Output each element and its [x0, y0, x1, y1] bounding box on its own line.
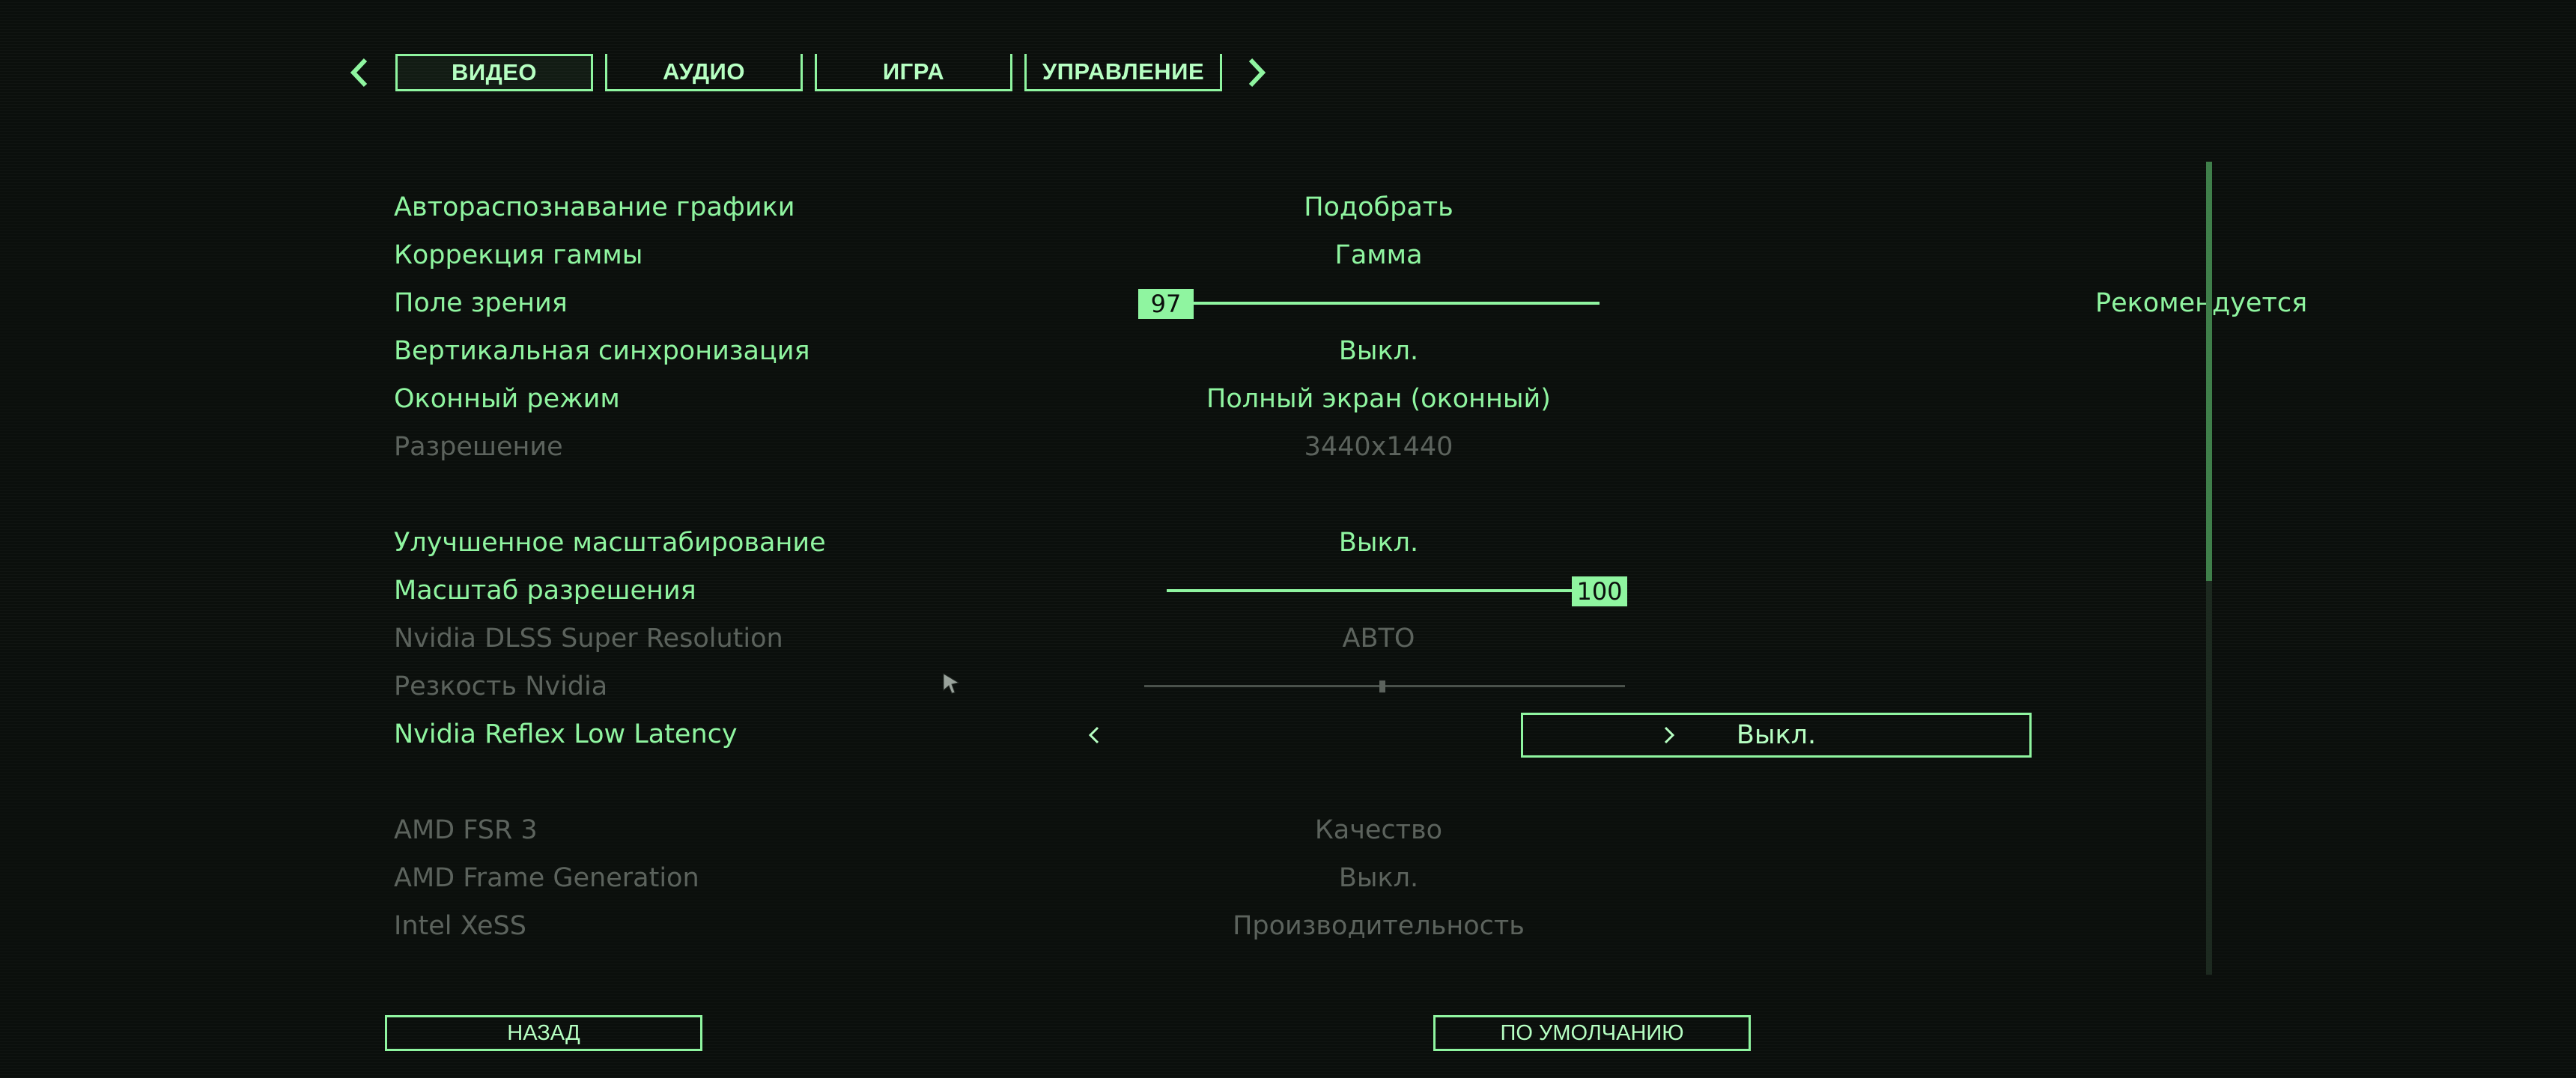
- chevron-right-icon[interactable]: [1242, 55, 1272, 90]
- tab-controls[interactable]: УПРАВЛЕНИЕ: [1024, 54, 1222, 91]
- setting-label: Коррекция гаммы: [394, 240, 643, 270]
- chevron-right-icon[interactable]: [1658, 723, 1680, 747]
- resolution-scale-slider-thumb[interactable]: 100: [1572, 576, 1627, 606]
- settings-tab-bar: ВИДЕО АУДИО ИГРА УПРАВЛЕНИЕ: [344, 49, 1288, 96]
- setting-label: Разрешение: [394, 432, 563, 462]
- sharpness-slider-thumb: [1379, 680, 1385, 692]
- setting-label: Резкость Nvidia: [394, 672, 608, 701]
- restore-defaults-button[interactable]: ПО УМОЛЧАНИЮ: [1433, 1015, 1751, 1051]
- setting-label: Масштаб разрешения: [394, 576, 696, 606]
- setting-row-intel-xess: Intel XeSS Производительность: [394, 903, 1966, 949]
- setting-row-vsync[interactable]: Вертикальная синхронизация Выкл.: [394, 328, 1966, 374]
- setting-row-nvidia-reflex[interactable]: Nvidia Reflex Low Latency Выкл.: [394, 711, 2032, 758]
- fov-slider-thumb[interactable]: 97: [1138, 289, 1194, 319]
- fov-slider-track[interactable]: [1143, 302, 1600, 305]
- setting-label: Оконный режим: [394, 384, 620, 414]
- tab-controls-label: УПРАВЛЕНИЕ: [1042, 58, 1205, 85]
- setting-value[interactable]: Полный экран (оконный): [1098, 376, 1659, 422]
- setting-label: Улучшенное масштабирование: [394, 528, 826, 558]
- setting-row-window-mode[interactable]: Оконный режим Полный экран (оконный): [394, 376, 1966, 422]
- fov-recommended-button[interactable]: Рекомендуется: [2095, 280, 2307, 326]
- setting-row-graphics-autodetect[interactable]: Авторас­познавание графики Подобрать: [394, 184, 1966, 231]
- setting-value[interactable]: Выкл.: [1098, 328, 1659, 374]
- setting-value: 3440x1440: [1304, 432, 1453, 462]
- setting-label: AMD Frame Generation: [394, 863, 699, 893]
- setting-label: AMD FSR 3: [394, 815, 538, 845]
- setting-value: АВТО: [1342, 624, 1415, 654]
- chevron-left-icon[interactable]: [1083, 723, 1105, 747]
- setting-label: Intel XeSS: [394, 911, 526, 941]
- setting-value[interactable]: Гамма: [1098, 232, 1659, 278]
- chevron-left-icon[interactable]: [344, 55, 374, 90]
- setting-label: Nvidia Reflex Low Latency: [394, 719, 738, 749]
- back-button-label: НАЗАД: [507, 1020, 580, 1045]
- setting-value: Выкл.: [1338, 863, 1419, 893]
- setting-row-fov[interactable]: Поле зрения 97 Рекомендуется: [394, 280, 2307, 326]
- setting-row-resolution-scale[interactable]: Масштаб разрешения 100: [394, 567, 1966, 614]
- restore-defaults-label: ПО УМОЛЧАНИЮ: [1500, 1020, 1684, 1045]
- reflex-option-selector[interactable]: Выкл.: [1521, 713, 2032, 758]
- setting-value[interactable]: Выкл.: [1098, 520, 1659, 566]
- setting-label: Вертикальная синхронизация: [394, 336, 810, 366]
- tab-video[interactable]: ВИДЕО: [395, 54, 593, 91]
- tab-audio[interactable]: АУДИО: [605, 54, 803, 91]
- scrollbar-thumb[interactable]: [2206, 162, 2212, 581]
- back-button[interactable]: НАЗАД: [385, 1015, 702, 1051]
- setting-label: Авторас­познавание графики: [394, 192, 795, 222]
- setting-row-amd-fsr: AMD FSR 3 Качество: [394, 807, 1966, 853]
- mouse-cursor-icon: [943, 673, 960, 694]
- setting-row-nvidia-sharpness: Резкость Nvidia: [394, 663, 1966, 710]
- setting-label: Nvidia DLSS Super Resolution: [394, 624, 783, 654]
- setting-label: Поле зрения: [394, 288, 568, 318]
- setting-value: Производительность: [1233, 911, 1525, 941]
- tab-game-label: ИГРА: [882, 58, 945, 85]
- setting-row-resolution: Разрешение 3440x1440: [394, 424, 1966, 470]
- setting-row-gamma[interactable]: Коррекция гаммы Гамма: [394, 232, 1966, 278]
- tab-video-label: ВИДЕО: [451, 59, 538, 85]
- setting-row-upscaling[interactable]: Улучшенное масштабирование Выкл.: [394, 520, 1966, 566]
- tab-game[interactable]: ИГРА: [815, 54, 1012, 91]
- setting-row-amd-frame-gen: AMD Frame Generation Выкл.: [394, 855, 1966, 901]
- tab-audio-label: АУДИО: [663, 58, 745, 85]
- settings-scrollbar[interactable]: [2206, 162, 2212, 975]
- setting-row-dlss: Nvidia DLSS Super Resolution АВТО: [394, 615, 1966, 662]
- setting-value[interactable]: Подобрать: [1098, 184, 1659, 231]
- setting-value: Качество: [1314, 815, 1443, 845]
- resolution-scale-slider-track[interactable]: [1167, 589, 1601, 592]
